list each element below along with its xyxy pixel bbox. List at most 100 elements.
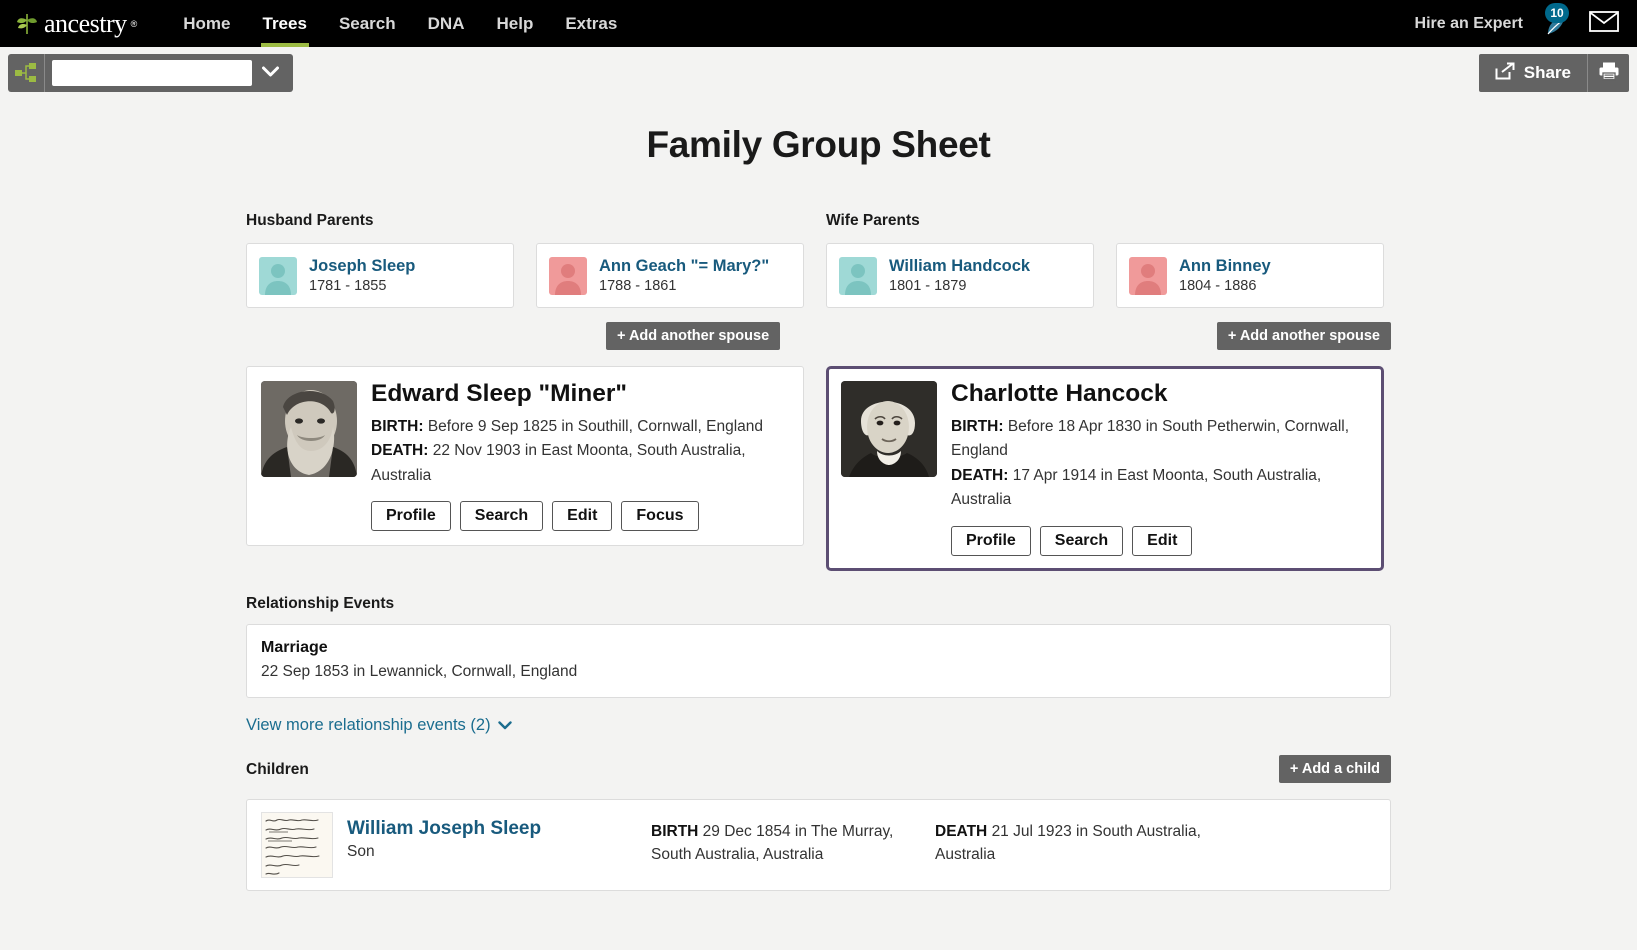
parent-name-link[interactable]: Ann Binney (1179, 256, 1271, 277)
husband-card: Edward Sleep "Miner" BIRTH: Before 9 Sep… (246, 366, 804, 547)
avatar-male-icon (259, 256, 297, 295)
toolbar-actions: Share (1478, 54, 1629, 92)
relationship-event-card: Marriage 22 Sep 1853 in Lewannick, Cornw… (246, 623, 1391, 698)
share-label: Share (1523, 63, 1571, 82)
family-tree-icon (8, 54, 45, 92)
wife-parent-cards: William Handcock 1801 - 1879 Ann Binney … (826, 243, 1391, 308)
add-another-spouse-wife-button[interactable]: + Add another spouse (1216, 322, 1391, 350)
wife-action-buttons: Profile Search Edit (951, 525, 1367, 556)
parent-name-link[interactable]: William Handcock (889, 256, 1030, 277)
avatar-female-icon (1129, 256, 1167, 295)
parent-life-dates: 1801 - 1879 (889, 277, 967, 294)
children-label: Children (246, 760, 309, 778)
wife-search-button[interactable]: Search (1039, 525, 1124, 556)
view-more-relationship-events-link[interactable]: View more relationship events (2) (246, 716, 512, 735)
tree-picker[interactable] (8, 54, 293, 92)
relationship-event-detail: 22 Sep 1853 in Lewannick, Cornwall, Engl… (261, 662, 578, 680)
husband-focus-button[interactable]: Focus (621, 501, 699, 532)
nav-right-group: Hire an Expert 10 (1415, 2, 1619, 41)
global-navigation-bar: ancestry ® Home Trees Search DNA Help Ex… (0, 0, 1637, 47)
wife-card-selected: Charlotte Hancock BIRTH: Before 18 Apr 1… (826, 366, 1384, 571)
nav-item-extras[interactable]: Extras (549, 0, 633, 47)
wife-profile-button[interactable]: Profile (951, 525, 1031, 556)
family-group-sheet-content: Husband Parents Joseph Sleep 1781 - 1855 (246, 166, 1391, 891)
trademark-symbol: ® (130, 18, 138, 29)
share-icon (1495, 62, 1515, 85)
add-another-spouse-husband-button[interactable]: + Add another spouse (606, 322, 781, 350)
wife-details: Charlotte Hancock BIRTH: Before 18 Apr 1… (951, 380, 1367, 556)
child-birth-fact: BIRTH 29 Dec 1854 in The Murray, South A… (651, 812, 921, 867)
husband-search-button[interactable]: Search (459, 501, 544, 532)
couple-section: Edward Sleep "Miner" BIRTH: Before 9 Sep… (246, 366, 1391, 571)
husband-parents-label: Husband Parents (246, 212, 374, 229)
primary-nav-items: Home Trees Search DNA Help Extras (167, 0, 633, 47)
child-list-item: William Joseph Sleep Son BIRTH 29 Dec 18… (246, 798, 1391, 891)
relationship-events-heading: Relationship Events (246, 594, 395, 612)
tree-name-input[interactable] (52, 60, 252, 86)
parent-name-link[interactable]: Joseph Sleep (309, 256, 415, 277)
husband-edit-button[interactable]: Edit (552, 501, 613, 532)
birth-label: BIRTH: (951, 417, 1004, 435)
parents-section: Husband Parents Joseph Sleep 1781 - 1855 (246, 212, 1391, 308)
relationship-event-title: Marriage (261, 638, 328, 656)
wife-birth-fact: BIRTH: Before 18 Apr 1830 in South Pethe… (951, 415, 1367, 464)
husband-parents-column: Husband Parents Joseph Sleep 1781 - 1855 (246, 212, 826, 308)
hints-count-badge: 10 (1545, 2, 1569, 23)
nav-item-dna[interactable]: DNA (412, 0, 481, 47)
print-button[interactable] (1587, 54, 1629, 92)
husband-profile-button[interactable]: Profile (371, 501, 451, 532)
husband-name: Edward Sleep "Miner" (371, 380, 628, 407)
page-title: Family Group Sheet (646, 124, 991, 165)
document-thumbnail[interactable] (261, 811, 333, 878)
death-value: 22 Nov 1903 in East Moonta, South Austra… (371, 442, 746, 484)
printer-icon (1598, 61, 1620, 86)
ancestry-logo[interactable]: ancestry ® (14, 9, 137, 39)
view-more-label: View more relationship events (2) (246, 715, 491, 734)
nav-item-trees[interactable]: Trees (247, 0, 323, 47)
child-birth-label: BIRTH (651, 822, 699, 840)
wife-death-fact: DEATH: 17 Apr 1914 in East Moonta, South… (951, 464, 1367, 513)
child-identity-block: William Joseph Sleep Son (347, 812, 637, 861)
parent-card-husband-mother[interactable]: Ann Geach "= Mary?" 1788 - 1861 (536, 243, 804, 308)
birth-value: Before 18 Apr 1830 in South Petherwin, C… (951, 417, 1350, 460)
husband-portrait[interactable] (261, 381, 357, 477)
add-a-child-button[interactable]: + Add a child (1278, 754, 1391, 783)
husband-parent-cards: Joseph Sleep 1781 - 1855 Ann Geach "= Ma… (246, 243, 826, 308)
child-name-link[interactable]: William Joseph Sleep (347, 818, 637, 840)
share-button[interactable]: Share (1478, 54, 1587, 92)
nav-item-home[interactable]: Home (167, 0, 246, 47)
wife-edit-button[interactable]: Edit (1132, 525, 1193, 556)
birth-label: BIRTH: (371, 417, 424, 435)
parent-text-block: Joseph Sleep 1781 - 1855 (309, 256, 415, 295)
children-header-row: Children + Add a child (246, 754, 1391, 791)
husband-action-buttons: Profile Search Edit Focus (371, 501, 787, 532)
death-label: DEATH: (951, 466, 1009, 484)
avatar-male-icon (839, 256, 877, 295)
parent-card-husband-father[interactable]: Joseph Sleep 1781 - 1855 (246, 243, 514, 308)
husband-birth-fact: BIRTH: Before 9 Sep 1825 in Southill, Co… (371, 415, 787, 439)
birth-value: Before 9 Sep 1825 in Southill, Cornwall,… (427, 417, 764, 435)
parent-text-block: Ann Geach "= Mary?" 1788 - 1861 (599, 256, 769, 295)
tree-toolbar: Share (0, 47, 1637, 102)
parent-life-dates: 1781 - 1855 (309, 277, 387, 294)
husband-details: Edward Sleep "Miner" BIRTH: Before 9 Sep… (371, 380, 787, 532)
child-relationship: Son (347, 842, 375, 860)
add-spouse-row: + Add another spouse + Add another spous… (246, 322, 1391, 366)
hints-button[interactable]: 10 (1539, 2, 1573, 41)
hire-an-expert-link[interactable]: Hire an Expert (1415, 15, 1523, 33)
child-death-fact: DEATH 21 Jul 1923 in South Australia, Au… (935, 812, 1205, 867)
parent-text-block: Ann Binney 1804 - 1886 (1179, 256, 1271, 295)
parent-card-wife-mother[interactable]: Ann Binney 1804 - 1886 (1116, 243, 1384, 308)
wife-parents-label: Wife Parents (826, 212, 920, 229)
messages-envelope-icon[interactable] (1589, 10, 1619, 37)
avatar-female-icon (549, 256, 587, 295)
parent-name-link[interactable]: Ann Geach "= Mary?" (599, 256, 769, 277)
nav-item-search[interactable]: Search (323, 0, 412, 47)
husband-death-fact: DEATH: 22 Nov 1903 in East Moonta, South… (371, 439, 787, 488)
chevron-down-icon[interactable] (252, 64, 287, 82)
chevron-down-icon (497, 716, 512, 735)
nav-item-help[interactable]: Help (480, 0, 549, 47)
parent-text-block: William Handcock 1801 - 1879 (889, 256, 1030, 295)
wife-portrait[interactable] (841, 381, 937, 477)
parent-card-wife-father[interactable]: William Handcock 1801 - 1879 (826, 243, 1094, 308)
